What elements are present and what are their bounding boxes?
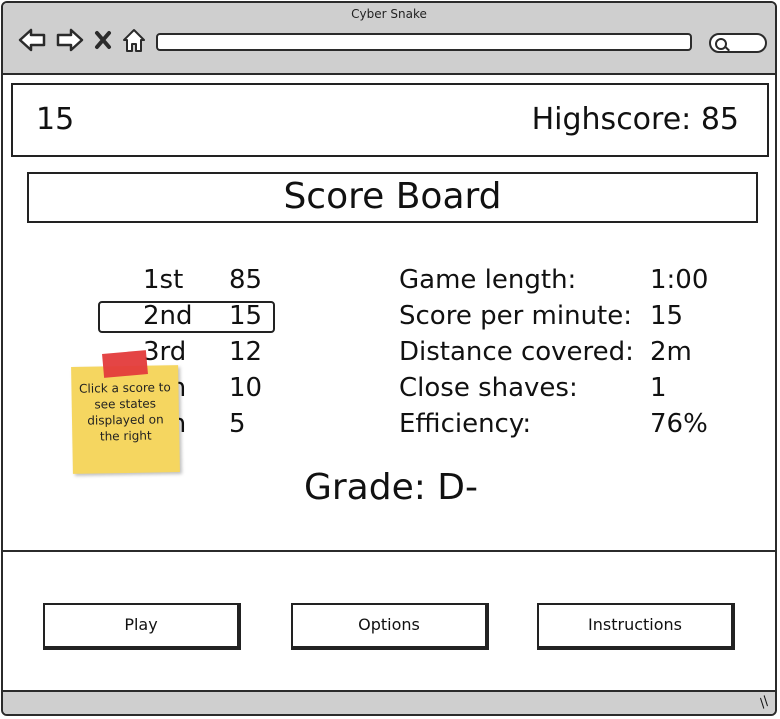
stat-distance-covered: Distance covered: 2m: [399, 337, 759, 371]
search-icon: [715, 38, 727, 50]
rank-score: 85: [229, 265, 263, 295]
stat-label: Close shaves:: [399, 373, 578, 403]
rank-score: 5: [229, 409, 246, 439]
stat-label: Efficiency:: [399, 409, 532, 439]
browser-window: Cyber Snake 15 Highscore: 85 Score Board…: [1, 1, 777, 716]
forward-icon[interactable]: [55, 25, 85, 55]
highscore-label: Highscore: 85: [531, 102, 739, 137]
rank-row-2[interactable]: 2nd 15: [143, 301, 303, 335]
stat-value: 2m: [650, 337, 692, 367]
browser-titlebar: Cyber Snake: [3, 3, 775, 75]
resize-grip-icon[interactable]: //: [757, 694, 773, 711]
rank-score: 12: [229, 337, 263, 367]
stat-game-length: Game length: 1:00: [399, 265, 759, 299]
grade-label: Grade: D-: [303, 467, 479, 508]
back-icon[interactable]: [17, 25, 47, 55]
stat-value: 76%: [650, 409, 708, 439]
sticky-note-text: Click a score to see states displayed on…: [78, 380, 171, 444]
stat-label: Score per minute:: [399, 301, 632, 331]
rank-score: 10: [229, 373, 263, 403]
status-bar: //: [3, 690, 775, 714]
rank-score: 15: [229, 301, 263, 331]
rank-row-1[interactable]: 1st 85: [143, 265, 303, 299]
stat-value: 1: [650, 373, 667, 403]
current-score: 15: [36, 102, 75, 137]
rank-place: 1st: [143, 265, 184, 295]
play-button[interactable]: Play: [43, 603, 241, 650]
address-bar[interactable]: [156, 33, 692, 51]
rank-place: 2nd: [143, 301, 193, 331]
score-header: 15 Highscore: 85: [11, 83, 769, 157]
search-field[interactable]: [709, 33, 767, 53]
instructions-button[interactable]: Instructions: [537, 603, 735, 650]
sticky-note-tape: [102, 350, 148, 378]
sticky-note: Click a score to see states displayed on…: [71, 365, 180, 474]
window-title: Cyber Snake: [351, 7, 427, 21]
section-divider: [3, 550, 775, 552]
stat-score-per-minute: Score per minute: 15: [399, 301, 759, 335]
home-icon[interactable]: [121, 25, 147, 55]
stat-value: 1:00: [650, 265, 709, 295]
page-title: Score Board: [27, 172, 758, 223]
stat-value: 15: [650, 301, 684, 331]
close-icon[interactable]: [93, 25, 113, 55]
nav-controls: [17, 25, 147, 55]
stat-label: Game length:: [399, 265, 577, 295]
stat-label: Distance covered:: [399, 337, 634, 367]
options-button[interactable]: Options: [291, 603, 489, 650]
stat-efficiency: Efficiency: 76%: [399, 409, 759, 443]
rank-place: 3rd: [143, 337, 187, 367]
stat-close-shaves: Close shaves: 1: [399, 373, 759, 407]
